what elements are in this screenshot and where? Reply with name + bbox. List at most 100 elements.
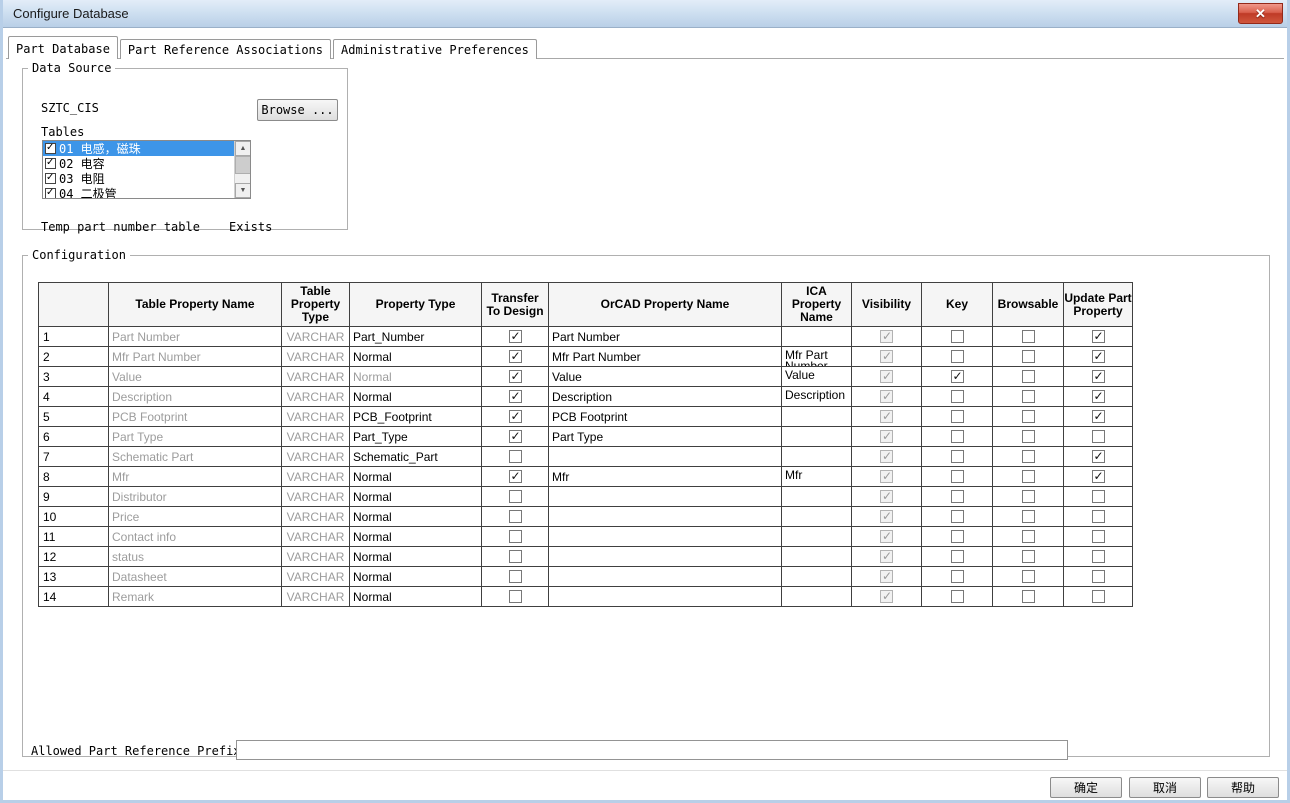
row-number[interactable]: 5 — [39, 407, 109, 427]
key-checkbox[interactable] — [951, 410, 964, 423]
key-checkbox[interactable] — [951, 390, 964, 403]
transfer-to-design-checkbox[interactable] — [509, 450, 522, 463]
ica-property-name[interactable] — [782, 427, 852, 447]
ica-property-name[interactable] — [782, 507, 852, 527]
browsable-checkbox[interactable] — [1022, 470, 1035, 483]
browse-button[interactable]: Browse ... — [257, 99, 338, 121]
ica-property-name[interactable] — [782, 547, 852, 567]
orcad-property-name[interactable]: Description — [549, 387, 782, 407]
transfer-to-design-checkbox[interactable] — [509, 510, 522, 523]
browsable-checkbox[interactable] — [1022, 450, 1035, 463]
item-checkbox[interactable] — [45, 143, 56, 154]
update-part-property-checkbox[interactable] — [1092, 370, 1105, 383]
property-type[interactable]: Schematic_Part — [350, 447, 482, 467]
property-type[interactable]: Normal — [350, 547, 482, 567]
browsable-checkbox[interactable] — [1022, 490, 1035, 503]
list-scrollbar[interactable]: ▲ ▼ — [234, 141, 250, 198]
orcad-property-name[interactable] — [549, 547, 782, 567]
update-part-property-checkbox[interactable] — [1092, 530, 1105, 543]
row-number[interactable]: 2 — [39, 347, 109, 367]
transfer-to-design-checkbox[interactable] — [509, 590, 522, 603]
help-button[interactable]: 帮助 — [1207, 777, 1279, 798]
update-part-property-checkbox[interactable] — [1092, 390, 1105, 403]
browsable-checkbox[interactable] — [1022, 330, 1035, 343]
property-type[interactable]: Normal — [350, 367, 482, 387]
scroll-up-button[interactable]: ▲ — [235, 141, 251, 156]
item-checkbox[interactable] — [45, 158, 56, 169]
property-type[interactable]: Part_Type — [350, 427, 482, 447]
key-checkbox[interactable] — [951, 330, 964, 343]
row-number[interactable]: 14 — [39, 587, 109, 607]
ica-property-name[interactable] — [782, 447, 852, 467]
row-number[interactable]: 12 — [39, 547, 109, 567]
row-number[interactable]: 1 — [39, 327, 109, 347]
table-list-item[interactable]: 04 二极管 — [43, 186, 234, 198]
row-number[interactable]: 13 — [39, 567, 109, 587]
orcad-property-name[interactable]: Mfr Part Number — [549, 347, 782, 367]
key-checkbox[interactable] — [951, 430, 964, 443]
property-type[interactable]: Normal — [350, 347, 482, 367]
row-number[interactable]: 4 — [39, 387, 109, 407]
update-part-property-checkbox[interactable] — [1092, 330, 1105, 343]
row-number[interactable]: 9 — [39, 487, 109, 507]
close-button[interactable]: ✕ — [1238, 3, 1283, 24]
ica-property-name[interactable]: Mfr Part Number — [782, 347, 852, 367]
browsable-checkbox[interactable] — [1022, 350, 1035, 363]
row-number[interactable]: 7 — [39, 447, 109, 467]
transfer-to-design-checkbox[interactable] — [509, 470, 522, 483]
property-type[interactable]: PCB_Footprint — [350, 407, 482, 427]
transfer-to-design-checkbox[interactable] — [509, 430, 522, 443]
update-part-property-checkbox[interactable] — [1092, 430, 1105, 443]
orcad-property-name[interactable]: Value — [549, 367, 782, 387]
property-type[interactable]: Normal — [350, 487, 482, 507]
ica-property-name[interactable] — [782, 327, 852, 347]
key-checkbox[interactable] — [951, 530, 964, 543]
item-checkbox[interactable] — [45, 188, 56, 198]
ok-button[interactable]: 确定 — [1050, 777, 1122, 798]
tab-part-database[interactable]: Part Database — [8, 36, 118, 59]
update-part-property-checkbox[interactable] — [1092, 550, 1105, 563]
property-type[interactable]: Normal — [350, 567, 482, 587]
table-list-item[interactable]: 03 电阻 — [43, 171, 234, 186]
update-part-property-checkbox[interactable] — [1092, 510, 1105, 523]
orcad-property-name[interactable]: Part Number — [549, 327, 782, 347]
browsable-checkbox[interactable] — [1022, 550, 1035, 563]
orcad-property-name[interactable] — [549, 507, 782, 527]
transfer-to-design-checkbox[interactable] — [509, 490, 522, 503]
orcad-property-name[interactable] — [549, 487, 782, 507]
row-number[interactable]: 8 — [39, 467, 109, 487]
orcad-property-name[interactable]: PCB Footprint — [549, 407, 782, 427]
allowed-prefixes-input[interactable] — [236, 740, 1068, 760]
key-checkbox[interactable] — [951, 550, 964, 563]
ica-property-name[interactable] — [782, 567, 852, 587]
ica-property-name[interactable] — [782, 487, 852, 507]
orcad-property-name[interactable]: Mfr — [549, 467, 782, 487]
ica-property-name[interactable] — [782, 587, 852, 607]
orcad-property-name[interactable] — [549, 447, 782, 467]
property-type[interactable]: Part_Number — [350, 327, 482, 347]
scroll-down-button[interactable]: ▼ — [235, 183, 251, 198]
property-type[interactable]: Normal — [350, 507, 482, 527]
ica-property-name[interactable] — [782, 527, 852, 547]
key-checkbox[interactable] — [951, 590, 964, 603]
key-checkbox[interactable] — [951, 450, 964, 463]
update-part-property-checkbox[interactable] — [1092, 450, 1105, 463]
scroll-thumb[interactable] — [235, 156, 251, 174]
orcad-property-name[interactable]: Part Type — [549, 427, 782, 447]
row-number[interactable]: 3 — [39, 367, 109, 387]
update-part-property-checkbox[interactable] — [1092, 350, 1105, 363]
browsable-checkbox[interactable] — [1022, 530, 1035, 543]
key-checkbox[interactable] — [951, 370, 964, 383]
browsable-checkbox[interactable] — [1022, 390, 1035, 403]
key-checkbox[interactable] — [951, 350, 964, 363]
ica-property-name[interactable]: Mfr — [782, 467, 852, 487]
property-type[interactable]: Normal — [350, 387, 482, 407]
tab-administrative-preferences[interactable]: Administrative Preferences — [333, 39, 537, 59]
key-checkbox[interactable] — [951, 510, 964, 523]
property-type[interactable]: Normal — [350, 527, 482, 547]
ica-property-name[interactable] — [782, 407, 852, 427]
transfer-to-design-checkbox[interactable] — [509, 370, 522, 383]
ica-property-name[interactable]: Value — [782, 367, 852, 387]
item-checkbox[interactable] — [45, 173, 56, 184]
update-part-property-checkbox[interactable] — [1092, 590, 1105, 603]
